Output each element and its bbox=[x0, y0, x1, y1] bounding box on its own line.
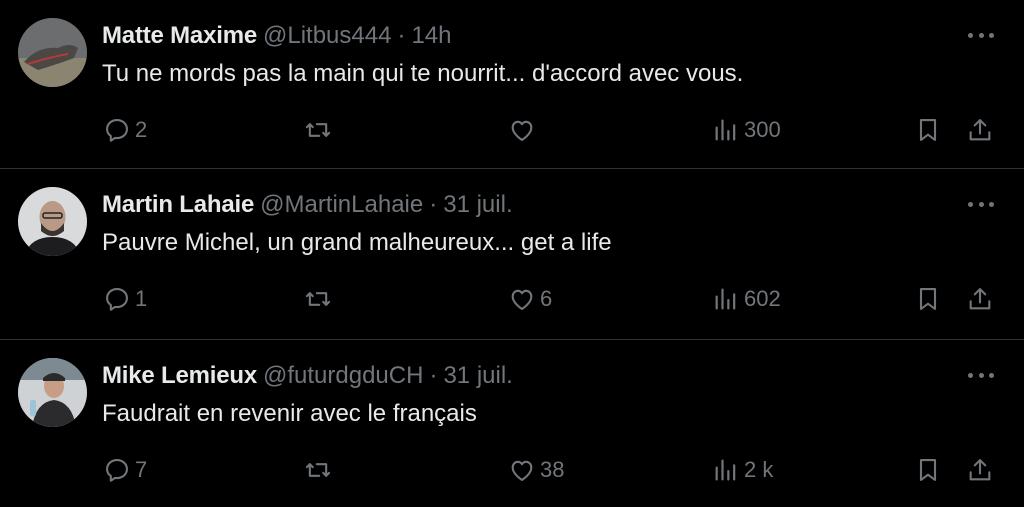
more-icon[interactable] bbox=[968, 25, 994, 45]
tweet[interactable]: Mike Lemieux @futurdgduCH · 31 juil. Fau… bbox=[0, 340, 1024, 507]
tweet-text: Faudrait en revenir avec le français bbox=[102, 400, 477, 427]
tweet[interactable]: Martin Lahaie @MartinLahaie · 31 juil. P… bbox=[0, 169, 1024, 339]
like-button[interactable] bbox=[508, 110, 540, 150]
reply-feed: Matte Maxime @Litbus444 · 14h Tu ne mord… bbox=[0, 0, 1024, 507]
like-button[interactable]: 38 bbox=[508, 450, 564, 490]
tweet-header: Matte Maxime @Litbus444 · 14h bbox=[102, 20, 451, 52]
heart-icon bbox=[511, 460, 533, 481]
author-handle[interactable]: @Litbus444 bbox=[263, 22, 391, 50]
bookmark-icon bbox=[919, 459, 937, 481]
tweet-text: Pauvre Michel, un grand malheureux... ge… bbox=[102, 229, 612, 256]
reply-icon bbox=[106, 459, 128, 482]
action-bar: 2 300 bbox=[0, 110, 1024, 150]
reply-count: 1 bbox=[135, 286, 148, 311]
action-bar: 7 38 2 k bbox=[0, 450, 1024, 490]
action-bar: 1 6 602 bbox=[0, 279, 1024, 319]
reply-button[interactable]: 7 bbox=[103, 450, 147, 490]
author-handle[interactable]: @futurdgduCH bbox=[263, 362, 423, 390]
reply-button[interactable]: 1 bbox=[103, 279, 147, 319]
author-handle[interactable]: @MartinLahaie bbox=[260, 191, 423, 219]
reply-count: 7 bbox=[135, 457, 148, 482]
more-icon[interactable] bbox=[968, 194, 994, 214]
more-icon[interactable] bbox=[968, 365, 994, 385]
heart-icon bbox=[511, 120, 533, 141]
views-button[interactable]: 602 bbox=[712, 279, 781, 319]
share-icon bbox=[969, 288, 991, 310]
tweet-text: Tu ne mords pas la main qui te nourrit..… bbox=[102, 60, 744, 87]
author-name[interactable]: Matte Maxime bbox=[102, 22, 257, 50]
retweet-button[interactable] bbox=[304, 450, 336, 490]
view-count: 300 bbox=[744, 117, 781, 142]
heart-icon bbox=[511, 289, 533, 310]
avatar-photo-icon bbox=[18, 187, 87, 256]
views-icon bbox=[715, 288, 736, 310]
retweet-button[interactable] bbox=[304, 279, 336, 319]
separator-dot: · bbox=[429, 362, 438, 389]
like-count: 6 bbox=[540, 286, 553, 311]
avatar[interactable] bbox=[18, 187, 87, 256]
retweet-icon bbox=[305, 463, 331, 477]
view-count: 602 bbox=[744, 286, 781, 311]
like-button[interactable]: 6 bbox=[508, 279, 552, 319]
bookmark-icon bbox=[919, 288, 937, 310]
retweet-icon bbox=[305, 292, 331, 306]
retweet-button[interactable] bbox=[304, 110, 336, 150]
tweet[interactable]: Matte Maxime @Litbus444 · 14h Tu ne mord… bbox=[0, 0, 1024, 168]
views-button[interactable]: 300 bbox=[712, 110, 781, 150]
share-icon bbox=[969, 459, 991, 481]
tweet-header: Mike Lemieux @futurdgduCH · 31 juil. bbox=[102, 360, 513, 392]
share-button[interactable] bbox=[966, 279, 994, 319]
tweet-header: Martin Lahaie @MartinLahaie · 31 juil. bbox=[102, 189, 513, 221]
bookmark-button[interactable] bbox=[914, 110, 942, 150]
separator-dot: · bbox=[397, 22, 406, 49]
view-count: 2 k bbox=[744, 457, 774, 482]
avatar[interactable] bbox=[18, 18, 87, 87]
reply-button[interactable]: 2 bbox=[103, 110, 147, 150]
avatar-photo-icon bbox=[18, 358, 87, 427]
author-name[interactable]: Mike Lemieux bbox=[102, 362, 257, 390]
reply-count: 2 bbox=[135, 117, 148, 142]
bookmark-button[interactable] bbox=[914, 279, 942, 319]
share-button[interactable] bbox=[966, 450, 994, 490]
bookmark-button[interactable] bbox=[914, 450, 942, 490]
avatar-photo-icon bbox=[18, 18, 87, 87]
timestamp[interactable]: 31 juil. bbox=[443, 191, 512, 219]
views-icon bbox=[715, 459, 736, 481]
views-button[interactable]: 2 k bbox=[712, 450, 773, 490]
separator-dot: · bbox=[429, 191, 438, 218]
timestamp[interactable]: 14h bbox=[411, 22, 451, 50]
avatar[interactable] bbox=[18, 358, 87, 427]
timestamp[interactable]: 31 juil. bbox=[443, 362, 512, 390]
bookmark-icon bbox=[919, 119, 937, 141]
views-icon bbox=[715, 119, 736, 141]
retweet-icon bbox=[305, 123, 331, 137]
reply-icon bbox=[106, 119, 128, 142]
author-name[interactable]: Martin Lahaie bbox=[102, 191, 254, 219]
share-icon bbox=[969, 119, 991, 141]
share-button[interactable] bbox=[966, 110, 994, 150]
like-count: 38 bbox=[540, 457, 565, 482]
reply-icon bbox=[106, 288, 128, 311]
